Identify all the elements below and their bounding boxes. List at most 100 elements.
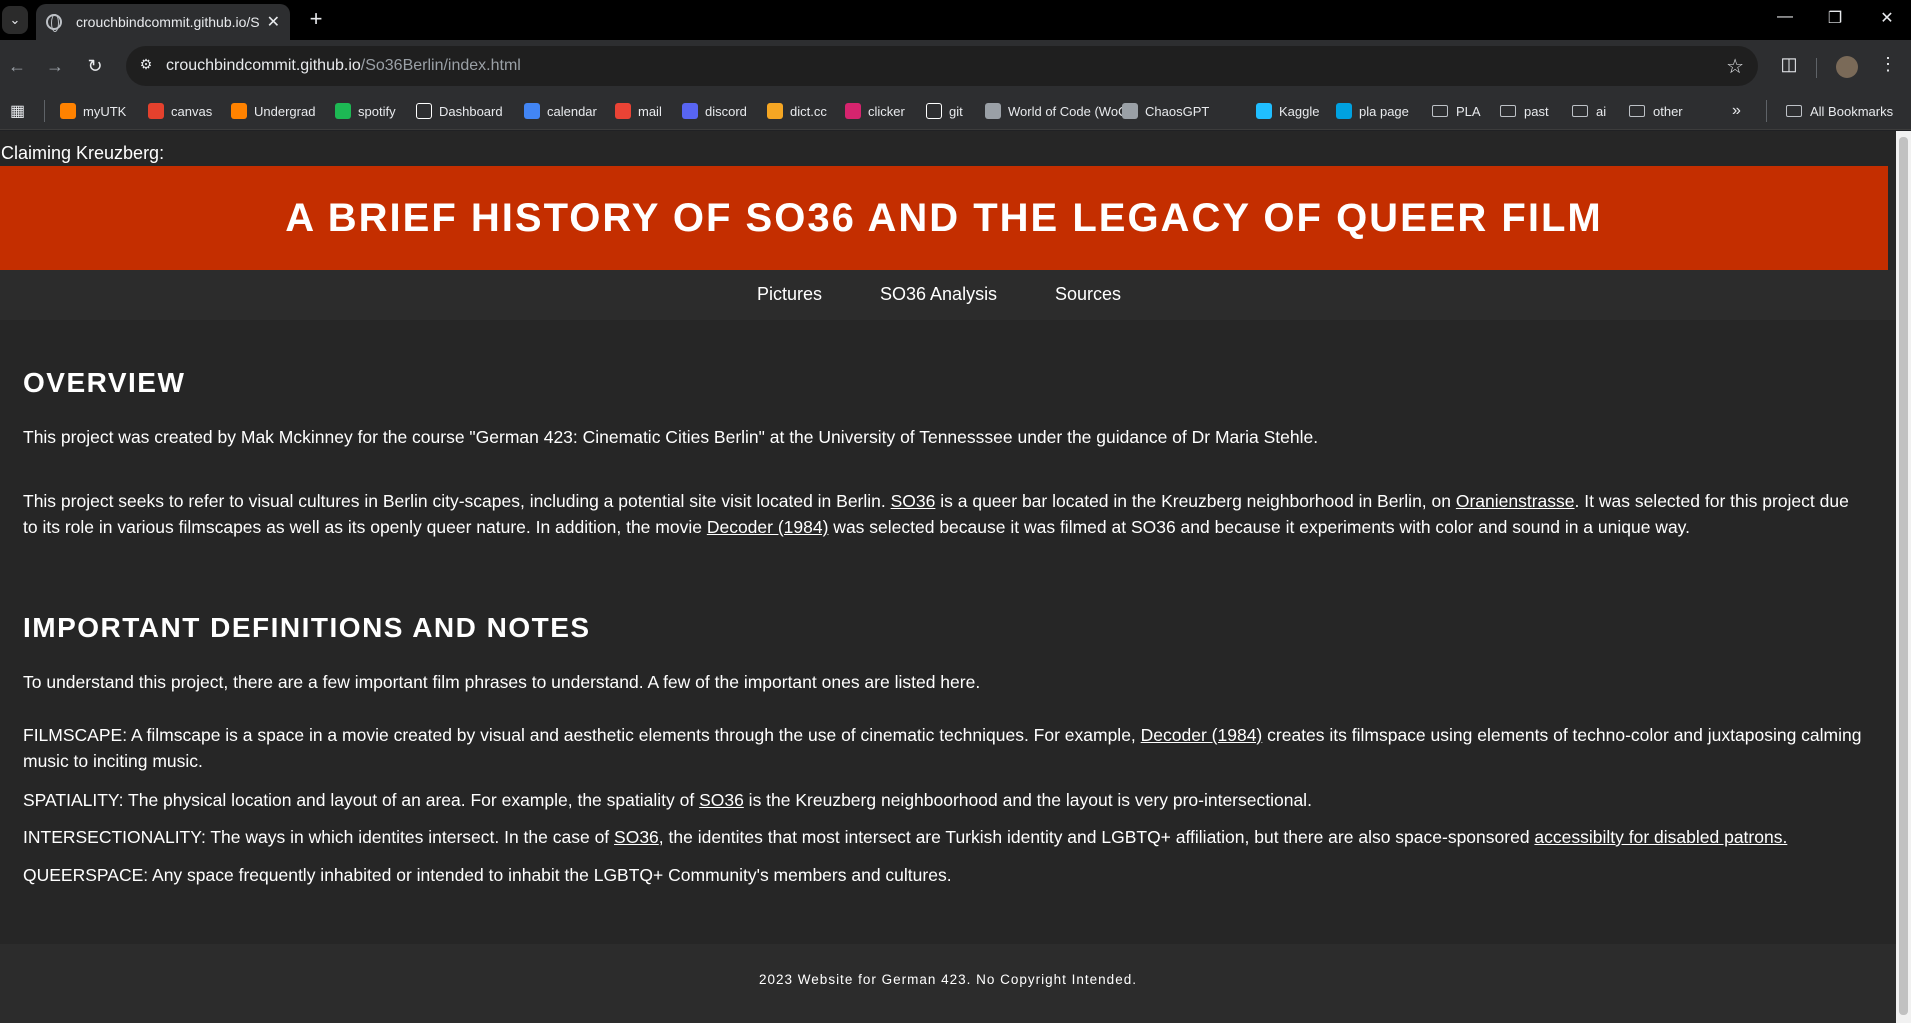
forward-button[interactable]: →: [40, 52, 70, 80]
so36-link[interactable]: SO36: [614, 827, 659, 847]
overview-paragraph-2: This project seeks to refer to visual cu…: [23, 491, 1849, 537]
folder-icon: [1572, 105, 1588, 117]
bookmarks-divider: [44, 100, 45, 122]
profile-avatar[interactable]: [1836, 56, 1858, 78]
browser-toolbar: ← → ↻ ⚙ crouchbindcommit.github.io/So36B…: [0, 40, 1911, 92]
bookmark-label: git: [949, 103, 963, 119]
scrollbar-thumb[interactable]: [1899, 137, 1908, 1015]
reload-button[interactable]: ↻: [80, 52, 110, 80]
kaggle-icon: [1256, 103, 1272, 119]
folder-icon: [1786, 105, 1802, 117]
decoder-link[interactable]: Decoder (1984): [707, 517, 829, 537]
definition-filmscape: FILMSCAPE: A filmscape is a space in a m…: [23, 725, 1862, 771]
active-tab[interactable]: crouchbindcommit.github.io/So ✕: [36, 4, 290, 40]
bookmark-kaggle[interactable]: Kaggle: [1256, 101, 1319, 121]
bookmark-past[interactable]: past: [1500, 101, 1549, 121]
site-nav: Pictures SO36 Analysis Sources: [0, 270, 1896, 320]
more-bookmarks-icon[interactable]: »: [1732, 101, 1741, 121]
bookmark-calendar[interactable]: calendar: [524, 101, 597, 121]
bookmark-undergrad[interactable]: Undergrad: [231, 101, 315, 121]
bookmark-dashboard[interactable]: Dashboard: [416, 101, 503, 121]
bookmark-git[interactable]: git: [926, 101, 963, 121]
all-bookmarks[interactable]: All Bookmarks: [1786, 101, 1893, 121]
bookmark-ai[interactable]: ai: [1572, 101, 1606, 121]
so36-link[interactable]: SO36: [891, 491, 936, 511]
extensions-icon[interactable]: ◫: [1777, 54, 1801, 75]
globe-icon: [46, 14, 62, 32]
bookmark-label: discord: [705, 103, 747, 119]
notion-icon: [416, 103, 432, 119]
nav-so36-analysis[interactable]: SO36 Analysis: [880, 284, 997, 305]
folder-icon: [1500, 105, 1516, 117]
reload-icon: ↻: [87, 55, 103, 76]
address-bar[interactable]: ⚙ crouchbindcommit.github.io/So36Berlin/…: [126, 46, 1758, 86]
utk-icon: [60, 103, 76, 119]
oranienstrasse-link[interactable]: Oranienstrasse: [1456, 491, 1575, 511]
decoder-link[interactable]: Decoder (1984): [1141, 725, 1263, 745]
salesforce-icon: [1336, 103, 1352, 119]
bookmark-label: ai: [1596, 103, 1607, 119]
definition-intersectionality: INTERSECTIONALITY: The ways in which ide…: [23, 827, 1788, 847]
bookmark-dict-cc[interactable]: dict.cc: [767, 101, 827, 121]
folder-icon: [1629, 105, 1645, 117]
canvas-icon: [148, 103, 164, 119]
bookmark-label: Dashboard: [439, 103, 503, 119]
bookmark-label: mail: [638, 103, 662, 119]
bookmark-pla-page[interactable]: pla page: [1336, 101, 1409, 121]
woc-icon: [985, 103, 1001, 119]
bookmark-label: clicker: [868, 103, 905, 119]
bookmarks-bar: ▦ myUTK canvas Undergrad spotify Dashboard ca…: [0, 92, 1911, 130]
nav-pictures[interactable]: Pictures: [757, 284, 822, 305]
so36-link[interactable]: SO36: [699, 790, 744, 810]
bookmark-pla[interactable]: PLA: [1432, 101, 1481, 121]
tab-search-button[interactable]: ⌄: [2, 6, 28, 34]
github-icon: [926, 103, 942, 119]
bookmark-mail[interactable]: mail: [615, 101, 662, 121]
menu-icon[interactable]: ⋮: [1876, 54, 1900, 75]
web-page: Claiming Kreuzberg: A BRIEF HISTORY OF S…: [0, 131, 1896, 1023]
bookmark-clicker[interactable]: clicker: [845, 101, 905, 121]
all-bookmarks-label: All Bookmarks: [1810, 103, 1894, 119]
dictcc-icon: [767, 103, 783, 119]
new-tab-button[interactable]: +: [302, 6, 330, 32]
calendar-icon: [524, 103, 540, 119]
window-close-icon[interactable]: ✕: [1872, 8, 1902, 28]
bookmark-label: other: [1653, 103, 1683, 119]
bookmark-label: myUTK: [83, 103, 127, 119]
bookmark-spotify[interactable]: spotify: [335, 101, 396, 121]
nav-sources[interactable]: Sources: [1055, 284, 1121, 305]
site-footer: 2023 Website for German 423. No Copyrigh…: [0, 944, 1896, 1023]
back-button[interactable]: ←: [2, 52, 32, 80]
footer-text: 2023 Website for German 423. No Copyrigh…: [759, 972, 1137, 987]
bookmark-label: World of Code (WoC): [1008, 103, 1132, 119]
site-info-icon[interactable]: ⚙: [136, 56, 156, 76]
bookmark-other[interactable]: other: [1629, 101, 1683, 121]
bookmark-label: Undergrad: [254, 103, 316, 119]
bookmark-label: spotify: [358, 103, 396, 119]
bookmark-world-of-code-woc[interactable]: World of Code (WoC): [985, 101, 1132, 121]
chaosgpt-icon: [1122, 103, 1138, 119]
bookmark-label: canvas: [171, 103, 213, 119]
tennessee-t-icon: [231, 103, 247, 119]
definitions-intro: To understand this project, there are a …: [23, 672, 981, 692]
apps-icon[interactable]: ▦: [10, 101, 25, 121]
bookmark-chaosgpt[interactable]: ChaosGPT: [1122, 101, 1209, 121]
toolbar-divider: [1816, 58, 1817, 78]
close-icon[interactable]: ✕: [267, 12, 280, 32]
minimize-icon[interactable]: —: [1770, 8, 1800, 26]
accessibility-link[interactable]: accessibilty for disabled patrons.: [1534, 827, 1787, 847]
bookmark-star-icon[interactable]: ☆: [1726, 54, 1744, 79]
url-text[interactable]: crouchbindcommit.github.io/So36Berlin/in…: [166, 57, 521, 75]
spotify-icon: [335, 103, 351, 119]
bookmark-label: ChaosGPT: [1145, 103, 1210, 119]
definition-queerspace: QUEERSPACE: Any space frequently inhabit…: [23, 865, 952, 885]
folder-icon: [1432, 105, 1448, 117]
url-host: crouchbindcommit.github.io: [166, 57, 361, 74]
definitions-heading: IMPORTANT DEFINITIONS AND NOTES: [23, 612, 591, 643]
chevron-down-icon: ⌄: [9, 12, 21, 27]
bookmark-discord[interactable]: discord: [682, 101, 747, 121]
page-scrollbar[interactable]: [1896, 131, 1911, 1023]
bookmark-canvas[interactable]: canvas: [148, 101, 212, 121]
bookmark-myutk[interactable]: myUTK: [60, 101, 126, 121]
restore-icon[interactable]: ❐: [1820, 8, 1850, 28]
